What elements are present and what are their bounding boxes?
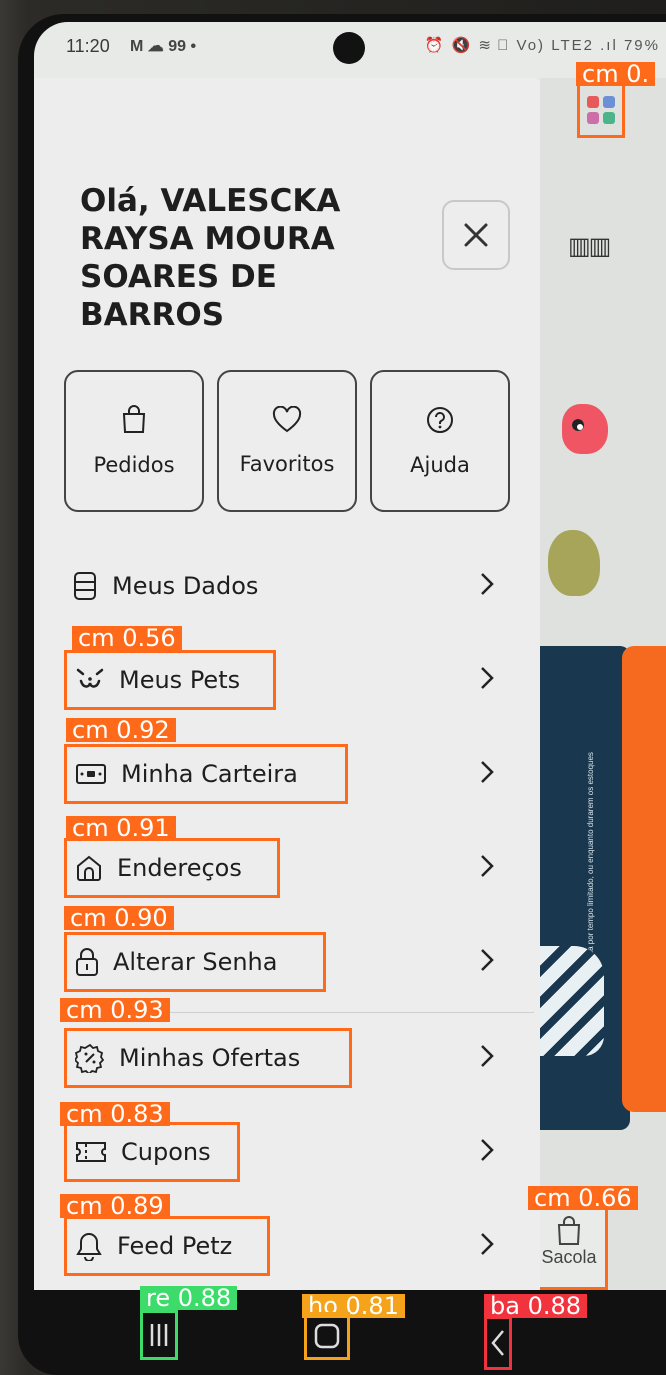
home-icon: [77, 855, 101, 881]
status-bar: 11:20 M ☁ 99 • ⏰ 🔇 ≋ ⃠ Vo) LTE2 .ıl 79%: [34, 22, 666, 78]
menu-feed-petz[interactable]: Feed Petz: [64, 1212, 494, 1276]
bag-icon: [122, 405, 146, 433]
database-icon: [74, 572, 96, 600]
bag-icon: [557, 1215, 581, 1245]
menu-label: Feed Petz: [117, 1232, 233, 1260]
status-system-icons: ⏰ 🔇 ≋ ⃠ Vo) LTE2 .ıl 79%: [425, 36, 660, 54]
chevron-right-icon: [481, 761, 494, 783]
menu-item-box: Minhas Ofertas: [64, 1028, 352, 1088]
chevron-right-icon: [481, 855, 494, 877]
tile-pedidos[interactable]: Pedidos: [64, 370, 204, 512]
status-time: 11:20: [66, 36, 110, 56]
tile-label: Favoritos: [239, 452, 335, 476]
menu-minha-carteira[interactable]: Minha Carteira: [64, 740, 494, 804]
detection-label-alterar-senha: cm 0.90: [64, 906, 174, 930]
menu-label: Meus Pets: [119, 666, 241, 694]
menu-item-box: Alterar Senha: [64, 932, 326, 992]
menu-label: Endereços: [117, 854, 242, 882]
promo-banner[interactable]: Promoção válida por tempo limitado, ou e…: [540, 646, 630, 1130]
shortcut-tiles: Pedidos Favoritos Ajuda: [64, 370, 512, 520]
detection-label-recents: re 0.88: [140, 1286, 238, 1310]
detection-label-cupons: cm 0.83: [60, 1102, 170, 1126]
olive-mascot-image: [548, 530, 600, 596]
menu-item-box: Minha Carteira: [64, 744, 348, 804]
wallet-icon: [76, 764, 106, 784]
photo-stage: 11:20 M ☁ 99 • ⏰ 🔇 ≋ ⃠ Vo) LTE2 .ıl 79% …: [0, 0, 666, 1375]
menu-item-box: Cupons: [64, 1122, 240, 1182]
promo-stripes: [540, 946, 604, 1056]
detection-label-minha-carteira: cm 0.92: [66, 718, 176, 742]
sacola-label: Sacola: [541, 1246, 597, 1267]
menu-meus-pets[interactable]: Meus Pets: [64, 646, 494, 710]
menu-label: Minha Carteira: [121, 760, 298, 788]
menu-alterar-senha[interactable]: Alterar Senha: [64, 928, 494, 992]
menu-minhas-ofertas[interactable]: Minhas Ofertas: [64, 1024, 494, 1088]
lock-icon: [76, 948, 98, 976]
tile-ajuda[interactable]: Ajuda: [370, 370, 510, 512]
menu-label: Meus Dados: [112, 572, 259, 600]
menu-item-box: Endereços: [64, 838, 280, 898]
bell-icon: [76, 1232, 102, 1261]
greeting-title: Olá, VALESCKA RAYSA MOURA SOARES DE BARR…: [80, 183, 341, 333]
barcode-icon[interactable]: ▥▥: [568, 232, 611, 261]
apps-grid-button[interactable]: [577, 82, 625, 138]
menu-label: Cupons: [121, 1138, 211, 1166]
detection-label-back: ba 0.88: [484, 1294, 588, 1318]
menu-item-box: Meus Dados: [64, 556, 268, 616]
apps-grid-icon: [587, 96, 615, 124]
menu-meus-dados[interactable]: Meus Dados: [64, 552, 494, 616]
detection-label-sacola: cm 0.66: [528, 1186, 638, 1210]
detection-label-meus-pets: cm 0.56: [72, 626, 182, 650]
status-right-icons: ⏰ 🔇 ≋ ⃠ Vo) LTE2 .ıl: [424, 37, 618, 54]
home-nav-icon: [314, 1323, 340, 1349]
discount-icon: [75, 1043, 105, 1073]
ticket-icon: [76, 1142, 106, 1162]
recents-icon: [150, 1324, 168, 1346]
back-icon: [491, 1330, 504, 1356]
tile-label: Ajuda: [410, 453, 470, 477]
detection-label-feed-petz: cm 0.89: [60, 1194, 170, 1218]
detection-label-apps: cm 0.: [576, 62, 656, 86]
chevron-right-icon: [481, 1233, 494, 1255]
recents-button[interactable]: [140, 1310, 178, 1360]
heart-icon: [272, 406, 302, 433]
battery-level: 79%: [623, 37, 660, 54]
chevron-right-icon: [481, 1045, 494, 1067]
detection-label-minhas-ofertas: cm 0.93: [60, 998, 170, 1022]
tile-label: Pedidos: [93, 453, 175, 477]
close-button[interactable]: [442, 200, 510, 270]
chevron-right-icon: [481, 667, 494, 689]
menu-label: Alterar Senha: [113, 948, 278, 976]
menu-enderecos[interactable]: Endereços: [64, 834, 494, 898]
tile-favoritos[interactable]: Favoritos: [217, 370, 357, 512]
menu-item-box: Meus Pets: [64, 650, 276, 710]
detection-label-enderecos: cm 0.91: [66, 816, 176, 840]
menu-item-box: Feed Petz: [64, 1216, 270, 1276]
home-button[interactable]: [304, 1312, 350, 1360]
close-icon: [464, 223, 488, 247]
chevron-right-icon: [481, 1139, 494, 1161]
pet-face-icon: [76, 668, 104, 688]
pink-mascot-image: [562, 404, 608, 454]
orange-banner[interactable]: [622, 646, 666, 1112]
chevron-right-icon: [481, 573, 494, 595]
back-button[interactable]: [484, 1316, 512, 1370]
chevron-right-icon: [481, 949, 494, 971]
status-notification-icons: M ☁ 99 •: [130, 38, 197, 55]
front-camera: [333, 32, 365, 64]
menu-label: Minhas Ofertas: [119, 1044, 301, 1072]
help-icon: [427, 407, 453, 433]
